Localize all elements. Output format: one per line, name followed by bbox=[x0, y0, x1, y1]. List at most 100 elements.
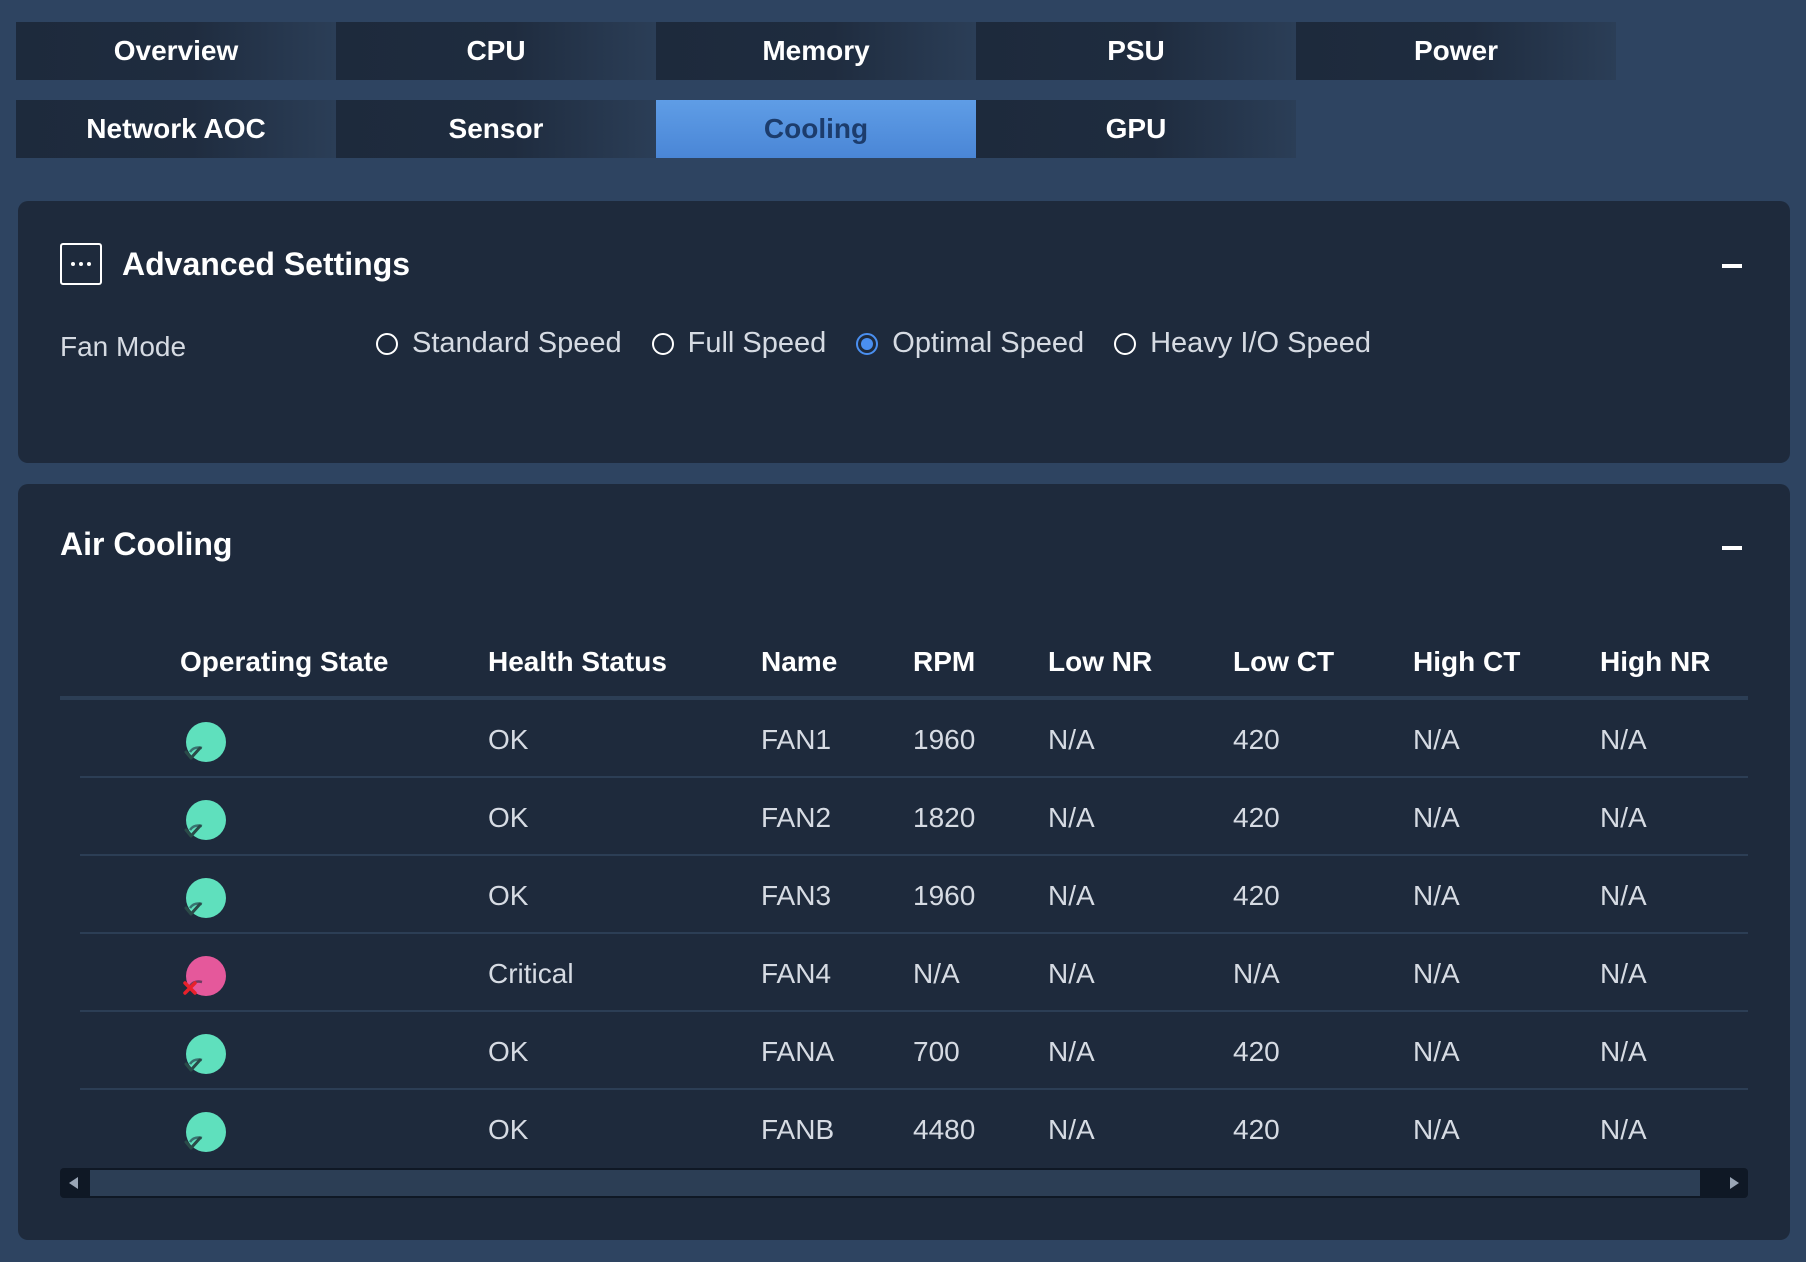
cell-low-ct: 420 bbox=[1233, 1036, 1280, 1067]
radio-button[interactable] bbox=[376, 332, 398, 355]
cell-high-nr: N/A bbox=[1600, 724, 1647, 755]
table-row: OK FAN3 1960 N/A 420 N/A N/A bbox=[60, 856, 1748, 934]
radio-optimal-speed[interactable]: Optimal Speed bbox=[856, 327, 1084, 360]
fan-critical-icon bbox=[180, 954, 228, 998]
radio-label: Heavy I/O Speed bbox=[1150, 327, 1371, 359]
cell-high-ct: N/A bbox=[1413, 880, 1460, 911]
tab-power[interactable]: Power bbox=[1296, 22, 1616, 80]
air-cooling-table: Operating State Health Status Name RPM L… bbox=[60, 624, 1748, 1168]
cell-name: FAN1 bbox=[761, 724, 832, 755]
collapse-icon[interactable] bbox=[1722, 264, 1742, 268]
cell-high-nr: N/A bbox=[1600, 958, 1647, 989]
radio-label: Standard Speed bbox=[412, 327, 622, 359]
cell-low-nr: N/A bbox=[1048, 1114, 1095, 1145]
cell-low-ct: 420 bbox=[1233, 802, 1280, 833]
col-low-ct[interactable]: Low CT bbox=[1233, 646, 1334, 678]
scroll-right-icon[interactable] bbox=[1730, 1177, 1739, 1189]
tab-memory[interactable]: Memory bbox=[656, 22, 976, 80]
cell-name: FAN3 bbox=[761, 880, 832, 911]
tab-network-aoc[interactable]: Network AOC bbox=[16, 100, 336, 158]
cell-name: FANB bbox=[761, 1114, 835, 1145]
cell-rpm: 700 bbox=[913, 1036, 960, 1067]
cell-rpm: 4480 bbox=[913, 1114, 976, 1145]
tab-cooling[interactable]: Cooling bbox=[656, 100, 976, 158]
cell-health-status: OK bbox=[488, 880, 529, 911]
radio-button-selected[interactable] bbox=[856, 332, 879, 355]
radio-heavy-io-speed[interactable]: Heavy I/O Speed bbox=[1114, 327, 1371, 360]
tab-sensor[interactable]: Sensor bbox=[336, 100, 656, 158]
cell-low-nr: N/A bbox=[1048, 1036, 1095, 1067]
cell-name: FAN2 bbox=[761, 802, 832, 833]
cell-low-ct: 420 bbox=[1233, 1114, 1280, 1145]
col-name[interactable]: Name bbox=[761, 646, 837, 678]
col-high-nr[interactable]: High NR bbox=[1600, 646, 1710, 678]
radio-button[interactable] bbox=[1114, 332, 1137, 355]
cell-rpm: 1820 bbox=[913, 802, 976, 833]
table-row: OK FAN1 1960 N/A 420 N/A N/A bbox=[60, 700, 1748, 778]
table-row: OK FANA 700 N/A 420 N/A N/A bbox=[60, 1012, 1748, 1090]
cell-high-ct: N/A bbox=[1413, 724, 1460, 755]
cell-low-nr: N/A bbox=[1048, 802, 1095, 833]
tab-row-1: Overview CPU Memory PSU Power bbox=[16, 22, 1616, 80]
cell-low-ct: 420 bbox=[1233, 880, 1280, 911]
advanced-settings-header: Advanced Settings bbox=[60, 243, 410, 285]
cell-high-ct: N/A bbox=[1413, 958, 1460, 989]
table-row: OK FAN2 1820 N/A 420 N/A N/A bbox=[60, 778, 1748, 856]
cell-high-nr: N/A bbox=[1600, 1114, 1647, 1145]
more-options-icon[interactable] bbox=[60, 243, 102, 285]
cell-health-status: OK bbox=[488, 1114, 529, 1145]
cell-health-status: Critical bbox=[488, 958, 574, 989]
fan-ok-icon bbox=[180, 1110, 228, 1154]
col-health-status[interactable]: Health Status bbox=[488, 646, 667, 678]
cell-high-ct: N/A bbox=[1413, 1114, 1460, 1145]
cell-health-status: OK bbox=[488, 1036, 529, 1067]
air-cooling-panel: Air Cooling Operating State Health Statu… bbox=[18, 484, 1790, 1240]
col-operating-state[interactable]: Operating State bbox=[180, 646, 388, 678]
cell-high-nr: N/A bbox=[1600, 880, 1647, 911]
table-header: Operating State Health Status Name RPM L… bbox=[60, 624, 1748, 700]
air-cooling-title: Air Cooling bbox=[60, 526, 233, 562]
radio-button[interactable] bbox=[651, 332, 674, 355]
cell-name: FAN4 bbox=[761, 958, 832, 989]
table-body: OK FAN1 1960 N/A 420 N/A N/A OK FAN2 1820 N/A 420 N/… bbox=[60, 700, 1748, 1168]
radio-label: Optimal Speed bbox=[892, 327, 1085, 359]
cell-name: FANA bbox=[761, 1036, 835, 1067]
radio-standard-speed[interactable]: Standard Speed bbox=[376, 327, 622, 360]
radio-full-speed[interactable]: Full Speed bbox=[651, 327, 827, 360]
cell-low-nr: N/A bbox=[1048, 958, 1095, 989]
col-rpm[interactable]: RPM bbox=[913, 646, 975, 678]
fan-ok-icon bbox=[180, 876, 228, 920]
scrollbar-thumb[interactable] bbox=[90, 1170, 1700, 1196]
scroll-left-icon[interactable] bbox=[69, 1177, 78, 1189]
cell-low-nr: N/A bbox=[1048, 724, 1095, 755]
advanced-settings-panel: Advanced Settings Fan Mode Standard Spee… bbox=[18, 201, 1790, 463]
cell-rpm: 1960 bbox=[913, 724, 976, 755]
cell-low-ct: N/A bbox=[1233, 958, 1280, 989]
fan-mode-radio-group: Standard Speed Full Speed Optimal Speed … bbox=[376, 327, 1401, 360]
col-low-nr[interactable]: Low NR bbox=[1048, 646, 1152, 678]
tab-gpu[interactable]: GPU bbox=[976, 100, 1296, 158]
fan-ok-icon bbox=[180, 1032, 228, 1076]
cell-high-nr: N/A bbox=[1600, 802, 1647, 833]
cell-low-nr: N/A bbox=[1048, 880, 1095, 911]
air-cooling-header: Air Cooling bbox=[60, 526, 232, 563]
cell-rpm: N/A bbox=[913, 958, 960, 989]
tab-overview[interactable]: Overview bbox=[16, 22, 336, 80]
fan-ok-icon bbox=[180, 798, 228, 842]
cell-high-nr: N/A bbox=[1600, 1036, 1647, 1067]
tab-row-2: Network AOC Sensor Cooling GPU bbox=[16, 100, 1296, 158]
tab-psu[interactable]: PSU bbox=[976, 22, 1296, 80]
cell-low-ct: 420 bbox=[1233, 724, 1280, 755]
fan-mode-label: Fan Mode bbox=[60, 331, 187, 362]
cell-health-status: OK bbox=[488, 802, 529, 833]
horizontal-scrollbar[interactable] bbox=[60, 1168, 1748, 1198]
table-row: Critical FAN4 N/A N/A N/A N/A N/A bbox=[60, 934, 1748, 1012]
advanced-settings-title: Advanced Settings bbox=[122, 245, 411, 282]
fan-ok-icon bbox=[180, 720, 228, 764]
col-high-ct[interactable]: High CT bbox=[1413, 646, 1520, 678]
tab-cpu[interactable]: CPU bbox=[336, 22, 656, 80]
radio-label: Full Speed bbox=[687, 327, 827, 359]
collapse-icon[interactable] bbox=[1722, 546, 1742, 550]
cell-health-status: OK bbox=[488, 724, 529, 755]
table-row: OK FANB 4480 N/A 420 N/A N/A bbox=[60, 1090, 1748, 1168]
